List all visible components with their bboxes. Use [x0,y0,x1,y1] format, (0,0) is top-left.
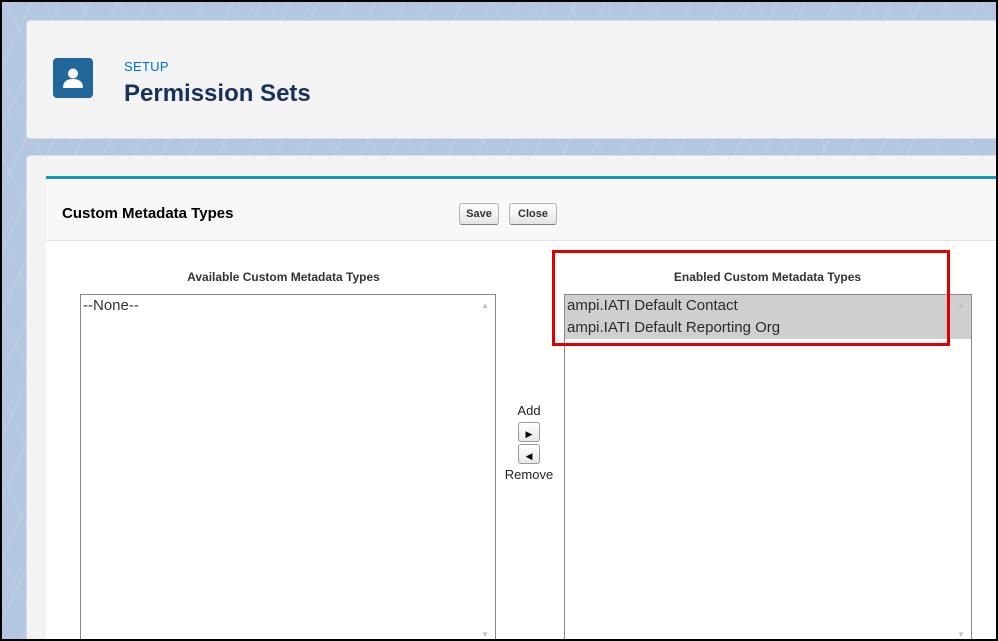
scroll-down-icon[interactable]: ▼ [481,630,489,639]
list-item[interactable]: --None-- [81,295,495,317]
page-block-header: Custom Metadata Types Save Close [46,179,996,241]
page-title: Permission Sets [124,80,311,107]
add-label: Add [517,403,541,418]
enabled-list[interactable]: ampi.IATI Default Contact ampi.IATI Defa… [564,294,972,639]
list-mover: Add ▶ ◀ Remove [496,402,562,484]
remove-label: Remove [504,467,554,482]
arrow-right-icon: ▶ [525,429,533,439]
save-button[interactable]: Save [459,203,499,225]
close-button[interactable]: Close [509,203,557,225]
available-list[interactable]: --None-- ▲ ▼ [80,294,496,639]
page-header: SETUP Permission Sets [26,20,996,139]
available-list-label: Available Custom Metadata Types [187,270,380,284]
add-button[interactable]: ▶ [518,422,540,442]
scroll-up-icon[interactable]: ▲ [957,301,965,310]
breadcrumb[interactable]: SETUP [124,59,169,74]
page-frame: SETUP Permission Sets Custom Metadata Ty… [0,0,998,641]
list-item[interactable]: ampi.IATI Default Reporting Org [565,317,971,339]
list-item[interactable]: ampi.IATI Default Contact [565,295,971,317]
person-icon [53,58,93,98]
enabled-list-label: Enabled Custom Metadata Types [673,270,862,284]
section-title: Custom Metadata Types [62,205,234,222]
scroll-down-icon[interactable]: ▼ [957,630,965,639]
scroll-up-icon[interactable]: ▲ [481,301,489,310]
remove-button[interactable]: ◀ [518,444,540,464]
arrow-left-icon: ◀ [525,451,533,461]
page-block: Custom Metadata Types Save Close Availab… [46,176,996,639]
